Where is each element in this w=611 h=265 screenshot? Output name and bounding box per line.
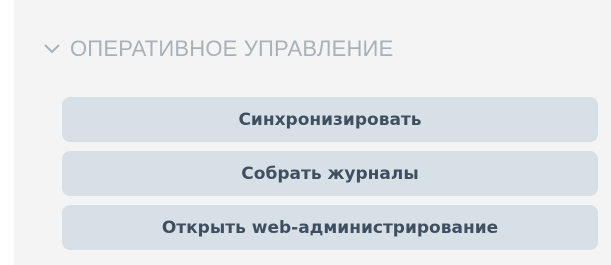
operational-management-panel: ОПЕРАТИВНОЕ УПРАВЛЕНИЕ Синхронизировать … [14, 0, 611, 265]
action-list: Синхронизировать Собрать журналы Открыть… [62, 97, 598, 259]
section-title: ОПЕРАТИВНОЕ УПРАВЛЕНИЕ [70, 36, 394, 61]
section-header-toggle[interactable]: ОПЕРАТИВНОЕ УПРАВЛЕНИЕ [42, 31, 393, 67]
open-web-admin-button[interactable]: Открыть web-администрирование [62, 205, 598, 250]
synchronize-button[interactable]: Синхронизировать [62, 97, 598, 142]
chevron-down-icon [42, 39, 62, 59]
collect-logs-button[interactable]: Собрать журналы [62, 151, 598, 196]
